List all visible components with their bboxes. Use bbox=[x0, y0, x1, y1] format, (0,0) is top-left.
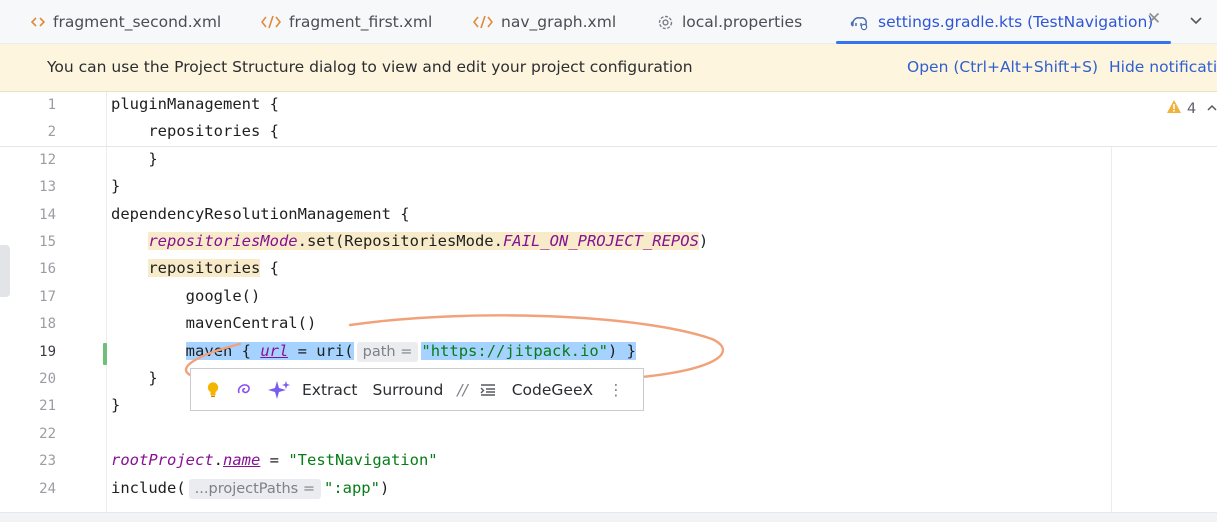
tab-label: nav_graph.xml bbox=[501, 13, 617, 31]
tab-settings-gradle[interactable]: settings.gradle.kts (TestNavigation) bbox=[835, 0, 1172, 44]
tab-fragment-first[interactable]: fragment_first.xml bbox=[261, 0, 432, 44]
reformat-icon[interactable] bbox=[480, 383, 496, 397]
intention-action-toolbar: Extract Surround // CodeGeeX ⋮ bbox=[190, 368, 644, 411]
code-editor[interactable]: 1 pluginManagement {2 repositories {12 } 1… bbox=[0, 92, 1217, 522]
open-project-structure-link[interactable]: Open (Ctrl+Alt+Shift+S) bbox=[907, 58, 1098, 76]
close-tab-icon[interactable]: ✕ bbox=[1147, 9, 1161, 29]
tab-label: local.properties bbox=[682, 13, 803, 31]
tab-fragment-second[interactable]: fragment_second.xml bbox=[31, 0, 221, 44]
gradle-elephant-icon bbox=[850, 13, 870, 31]
lightbulb-icon[interactable] bbox=[206, 381, 220, 399]
more-actions-icon[interactable]: ⋮ bbox=[608, 381, 624, 399]
hide-notification-link[interactable]: Hide notification bbox=[1109, 58, 1217, 76]
tab-local-properties[interactable]: local.properties bbox=[657, 0, 802, 44]
comment-button[interactable]: // bbox=[457, 381, 467, 399]
tab-label: settings.gradle.kts (TestNavigation) bbox=[878, 13, 1154, 31]
horizontal-scrollbar[interactable] bbox=[0, 512, 1217, 522]
xml-file-icon bbox=[261, 14, 281, 30]
ai-assistant-icon[interactable] bbox=[236, 381, 254, 399]
codegeex-button[interactable]: CodeGeeX bbox=[512, 381, 593, 399]
gear-icon bbox=[657, 14, 674, 31]
tab-label: fragment_second.xml bbox=[53, 13, 222, 31]
tab-label: fragment_first.xml bbox=[289, 13, 433, 31]
xml-file-icon bbox=[31, 15, 45, 29]
surround-button[interactable]: Surround bbox=[373, 381, 444, 399]
extract-button[interactable]: Extract bbox=[302, 381, 358, 399]
banner-message: You can use the Project Structure dialog… bbox=[47, 58, 693, 76]
chevron-down-icon[interactable] bbox=[1188, 13, 1204, 33]
notification-banner: You can use the Project Structure dialog… bbox=[0, 44, 1217, 92]
sparkle-icon[interactable] bbox=[268, 380, 290, 400]
hand-drawn-ellipse-annotation bbox=[184, 314, 724, 385]
tab-nav-graph[interactable]: nav_graph.xml bbox=[473, 0, 616, 44]
editor-tab-bar: fragment_second.xml fragment_first.xml n… bbox=[0, 0, 1217, 44]
xml-file-icon bbox=[473, 14, 493, 30]
